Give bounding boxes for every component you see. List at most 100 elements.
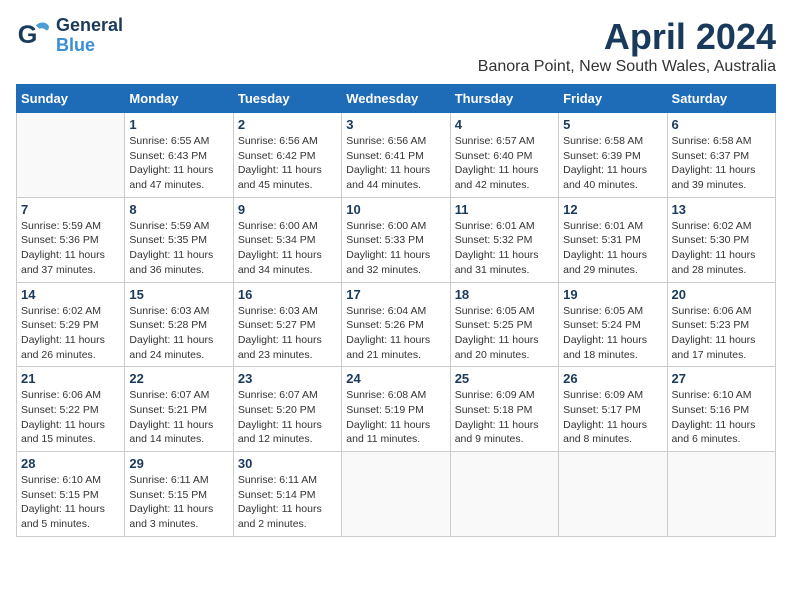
column-header-monday: Monday (125, 85, 233, 113)
day-cell: 28 Sunrise: 6:10 AM Sunset: 5:15 PM Dayli… (17, 452, 125, 537)
day-info: Sunrise: 5:59 AM Sunset: 5:35 PM Dayligh… (129, 219, 228, 278)
day-cell (17, 113, 125, 198)
day-number: 21 (21, 371, 120, 386)
day-cell: 10 Sunrise: 6:00 AM Sunset: 5:33 PM Dayli… (342, 197, 450, 282)
column-header-sunday: Sunday (17, 85, 125, 113)
day-number: 16 (238, 287, 337, 302)
day-info: Sunrise: 6:03 AM Sunset: 5:27 PM Dayligh… (238, 304, 337, 363)
day-info: Sunrise: 5:59 AM Sunset: 5:36 PM Dayligh… (21, 219, 120, 278)
day-info: Sunrise: 6:57 AM Sunset: 6:40 PM Dayligh… (455, 134, 554, 193)
day-cell: 4 Sunrise: 6:57 AM Sunset: 6:40 PM Daylig… (450, 113, 558, 198)
day-number: 13 (672, 202, 771, 217)
day-cell: 18 Sunrise: 6:05 AM Sunset: 5:25 PM Dayli… (450, 282, 558, 367)
day-cell: 16 Sunrise: 6:03 AM Sunset: 5:27 PM Dayli… (233, 282, 341, 367)
day-info: Sunrise: 6:05 AM Sunset: 5:25 PM Dayligh… (455, 304, 554, 363)
day-cell: 6Sunrise: 6:58 AM Sunset: 6:37 PM Daylig… (667, 113, 775, 198)
day-number: 23 (238, 371, 337, 386)
column-header-tuesday: Tuesday (233, 85, 341, 113)
day-info: Sunrise: 6:10 AM Sunset: 5:16 PM Dayligh… (672, 388, 771, 447)
day-cell: 26 Sunrise: 6:09 AM Sunset: 5:17 PM Dayli… (559, 367, 667, 452)
week-row-5: 28 Sunrise: 6:10 AM Sunset: 5:15 PM Dayli… (17, 452, 776, 537)
day-cell: 17 Sunrise: 6:04 AM Sunset: 5:26 PM Dayli… (342, 282, 450, 367)
day-info: Sunrise: 6:04 AM Sunset: 5:26 PM Dayligh… (346, 304, 445, 363)
day-cell: 19Sunrise: 6:05 AM Sunset: 5:24 PM Dayli… (559, 282, 667, 367)
day-cell: 20 Sunrise: 6:06 AM Sunset: 5:23 PM Dayli… (667, 282, 775, 367)
day-cell: 8 Sunrise: 5:59 AM Sunset: 5:35 PM Daylig… (125, 197, 233, 282)
day-number: 8 (129, 202, 228, 217)
day-number: 1 (129, 117, 228, 132)
day-info: Sunrise: 6:00 AM Sunset: 5:33 PM Dayligh… (346, 219, 445, 278)
day-info: Sunrise: 6:07 AM Sunset: 5:20 PM Dayligh… (238, 388, 337, 447)
day-cell: 1 Sunrise: 6:55 AM Sunset: 6:43 PM Daylig… (125, 113, 233, 198)
day-info: Sunrise: 6:02 AM Sunset: 5:30 PM Dayligh… (672, 219, 771, 278)
day-info: Sunrise: 6:08 AM Sunset: 5:19 PM Dayligh… (346, 388, 445, 447)
day-info: Sunrise: 6:09 AM Sunset: 5:17 PM Dayligh… (563, 388, 662, 447)
day-number: 26 (563, 371, 662, 386)
day-cell: 7 Sunrise: 5:59 AM Sunset: 5:36 PM Daylig… (17, 197, 125, 282)
day-number: 18 (455, 287, 554, 302)
day-number: 7 (21, 202, 120, 217)
day-cell: 3Sunrise: 6:56 AM Sunset: 6:41 PM Daylig… (342, 113, 450, 198)
day-number: 20 (672, 287, 771, 302)
day-number: 17 (346, 287, 445, 302)
day-info: Sunrise: 6:00 AM Sunset: 5:34 PM Dayligh… (238, 219, 337, 278)
day-number: 5 (563, 117, 662, 132)
day-cell: 12 Sunrise: 6:01 AM Sunset: 5:31 PM Dayli… (559, 197, 667, 282)
day-cell: 14 Sunrise: 6:02 AM Sunset: 5:29 PM Dayli… (17, 282, 125, 367)
day-info: Sunrise: 6:06 AM Sunset: 5:22 PM Dayligh… (21, 388, 120, 447)
day-cell: 22 Sunrise: 6:07 AM Sunset: 5:21 PM Dayli… (125, 367, 233, 452)
week-row-1: 1 Sunrise: 6:55 AM Sunset: 6:43 PM Daylig… (17, 113, 776, 198)
day-info: Sunrise: 6:06 AM Sunset: 5:23 PM Dayligh… (672, 304, 771, 363)
day-number: 4 (455, 117, 554, 132)
day-cell: 23 Sunrise: 6:07 AM Sunset: 5:20 PM Dayli… (233, 367, 341, 452)
day-info: Sunrise: 6:02 AM Sunset: 5:29 PM Dayligh… (21, 304, 120, 363)
day-number: 15 (129, 287, 228, 302)
day-number: 9 (238, 202, 337, 217)
day-info: Sunrise: 6:10 AM Sunset: 5:15 PM Dayligh… (21, 473, 120, 532)
day-number: 25 (455, 371, 554, 386)
day-cell: 5Sunrise: 6:58 AM Sunset: 6:39 PM Daylig… (559, 113, 667, 198)
day-number: 14 (21, 287, 120, 302)
day-number: 2 (238, 117, 337, 132)
title-area: April 2024 Banora Point, New South Wales… (478, 16, 776, 76)
header: G General Blue April 2024 Banora Point, … (16, 16, 776, 76)
day-cell (450, 452, 558, 537)
logo-blue: Blue (56, 36, 123, 56)
day-cell (559, 452, 667, 537)
day-cell: 21 Sunrise: 6:06 AM Sunset: 5:22 PM Dayli… (17, 367, 125, 452)
svg-text:G: G (18, 21, 38, 49)
day-number: 24 (346, 371, 445, 386)
day-number: 28 (21, 456, 120, 471)
column-header-thursday: Thursday (450, 85, 558, 113)
day-info: Sunrise: 6:58 AM Sunset: 6:37 PM Dayligh… (672, 134, 771, 193)
calendar: SundayMondayTuesdayWednesdayThursdayFrid… (16, 84, 776, 537)
day-cell: 11Sunrise: 6:01 AM Sunset: 5:32 PM Dayli… (450, 197, 558, 282)
column-header-wednesday: Wednesday (342, 85, 450, 113)
day-cell: 27 Sunrise: 6:10 AM Sunset: 5:16 PM Dayli… (667, 367, 775, 452)
week-row-2: 7 Sunrise: 5:59 AM Sunset: 5:36 PM Daylig… (17, 197, 776, 282)
day-cell: 15Sunrise: 6:03 AM Sunset: 5:28 PM Dayli… (125, 282, 233, 367)
day-info: Sunrise: 6:07 AM Sunset: 5:21 PM Dayligh… (129, 388, 228, 447)
day-number: 22 (129, 371, 228, 386)
day-number: 27 (672, 371, 771, 386)
week-row-4: 21 Sunrise: 6:06 AM Sunset: 5:22 PM Dayli… (17, 367, 776, 452)
day-cell: 9 Sunrise: 6:00 AM Sunset: 5:34 PM Daylig… (233, 197, 341, 282)
day-cell: 2 Sunrise: 6:56 AM Sunset: 6:42 PM Daylig… (233, 113, 341, 198)
day-cell (667, 452, 775, 537)
day-cell: 25Sunrise: 6:09 AM Sunset: 5:18 PM Dayli… (450, 367, 558, 452)
day-number: 29 (129, 456, 228, 471)
day-info: Sunrise: 6:55 AM Sunset: 6:43 PM Dayligh… (129, 134, 228, 193)
day-number: 12 (563, 202, 662, 217)
logo-text: General Blue (56, 16, 123, 56)
day-number: 30 (238, 456, 337, 471)
day-cell: 24 Sunrise: 6:08 AM Sunset: 5:19 PM Dayli… (342, 367, 450, 452)
day-number: 10 (346, 202, 445, 217)
day-cell: 30Sunrise: 6:11 AM Sunset: 5:14 PM Dayli… (233, 452, 341, 537)
calendar-header-row: SundayMondayTuesdayWednesdayThursdayFrid… (17, 85, 776, 113)
day-info: Sunrise: 6:01 AM Sunset: 5:31 PM Dayligh… (563, 219, 662, 278)
day-number: 11 (455, 202, 554, 217)
day-number: 19 (563, 287, 662, 302)
day-cell: 29Sunrise: 6:11 AM Sunset: 5:15 PM Dayli… (125, 452, 233, 537)
week-row-3: 14 Sunrise: 6:02 AM Sunset: 5:29 PM Dayli… (17, 282, 776, 367)
day-info: Sunrise: 6:56 AM Sunset: 6:42 PM Dayligh… (238, 134, 337, 193)
